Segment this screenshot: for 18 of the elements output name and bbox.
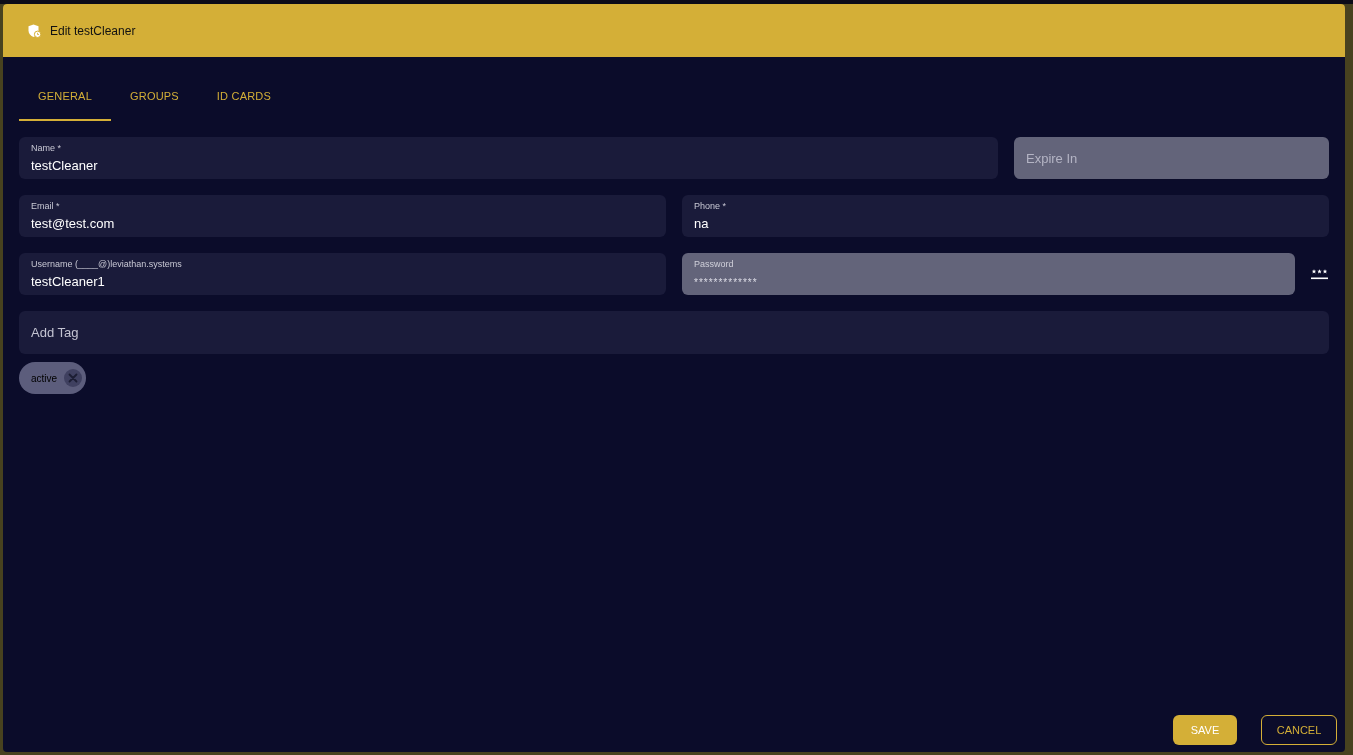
text-field[interactable]: Name * testCleaner xyxy=(19,137,998,179)
remove-icon[interactable] xyxy=(64,369,83,387)
tab[interactable]: GROUPS xyxy=(111,70,198,121)
password-dots-icon[interactable] xyxy=(1311,268,1328,280)
dialog-title: Edit testCleaner xyxy=(50,23,136,38)
tab[interactable]: GENERAL xyxy=(19,70,111,121)
tab[interactable]: ID CARDS xyxy=(197,70,291,121)
text-field[interactable]: Email * test@test.com xyxy=(19,195,666,237)
field-label: Phone * xyxy=(694,201,728,212)
input-field[interactable]: Add Tag xyxy=(19,311,1329,354)
text-field[interactable]: Phone * na xyxy=(682,195,1329,237)
shield-icon xyxy=(28,23,41,38)
field-label: Name * xyxy=(31,143,62,154)
field-label: Password xyxy=(694,259,735,270)
cancel-button[interactable]: CANCEL xyxy=(1261,715,1337,745)
field-label: Email * xyxy=(31,201,61,212)
text-field[interactable]: Username (____@)leviathan.systems testCleaner1 xyxy=(19,253,666,295)
field-label: Username (____@)leviathan.systems xyxy=(31,259,183,270)
